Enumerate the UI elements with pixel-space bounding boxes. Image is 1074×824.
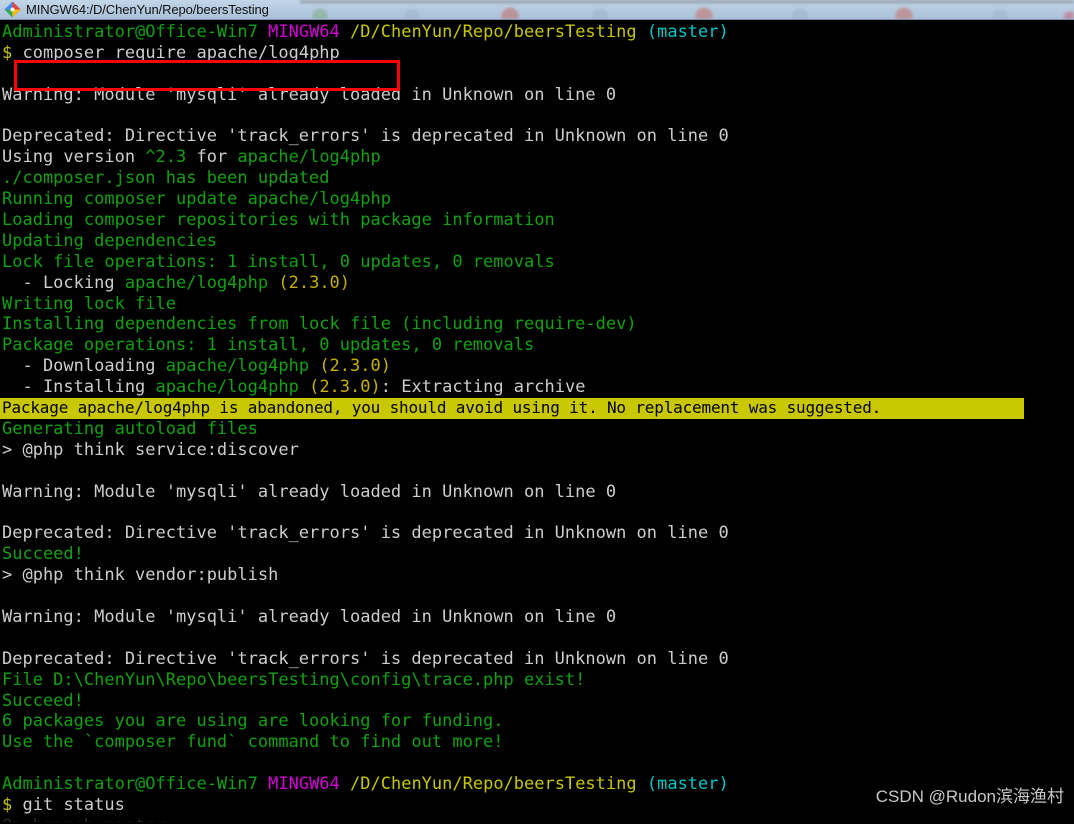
output-line: > @php think vendor:publish — [2, 565, 279, 586]
output-line: - Locking apache/log4php (2.3.0) — [0, 273, 1024, 294]
output-line: > @php think service:discover — [2, 439, 299, 460]
output-line: - Installing apache/log4php (2.3.0): Ext… — [0, 377, 1024, 398]
output-segment: ^2.3 — [145, 147, 187, 168]
output-line: Succeed! — [2, 690, 84, 711]
output-line: Package operations: 1 install, 0 updates… — [2, 335, 535, 356]
window-title-bar: MINGW64:/D/ChenYun/Repo/beersTesting — [0, 0, 1074, 20]
output-segment: - Installing — [2, 377, 156, 398]
prompt-user-host: Administrator@Office-Win7 — [2, 22, 258, 42]
output-line: Warning: Module 'mysqli' already loaded … — [2, 84, 617, 105]
output-line: 6 packages you are using are looking for… — [2, 711, 504, 732]
prompt-path: /D/ChenYun/Repo/beersTesting — [350, 22, 637, 42]
prompt-user-host: Administrator@Office-Win7 — [2, 774, 258, 795]
output-segment — [309, 356, 319, 376]
command-input-line[interactable]: $ git status — [0, 795, 1024, 816]
command-input-line[interactable]: $ composer require apache/log4php — [0, 43, 1024, 64]
output-line: Warning: Module 'mysqli' already loaded … — [2, 606, 617, 627]
abandoned-package-warning: Package apache/log4php is abandoned, you… — [0, 398, 1024, 419]
prompt-git-branch: (master) — [646, 22, 729, 42]
git-bash-icon — [4, 1, 21, 18]
output-segment: for — [186, 147, 238, 168]
prompt-shell-name: MINGW64 — [268, 774, 340, 795]
output-segment — [268, 273, 278, 293]
titlebar-background-blur — [300, 0, 1074, 19]
output-segment: apache/log4php — [124, 272, 269, 293]
output-segment: - Downloading — [2, 356, 166, 377]
output-line: Generating autoload files — [2, 418, 258, 439]
output-line: Updating dependencies — [2, 230, 217, 251]
prompt-symbol: $ — [2, 794, 13, 815]
output-segment — [299, 377, 309, 397]
output-segment: apache/log4php — [155, 377, 299, 398]
output-line: Installing dependencies from lock file (… — [2, 314, 637, 335]
output-line: Succeed! — [2, 544, 84, 565]
output-line: Running composer update apache/log4php — [2, 189, 391, 210]
output-segment: Using version — [2, 147, 146, 168]
output-segment: (2.3.0) — [278, 272, 351, 293]
output-segment: (2.3.0) — [319, 356, 391, 377]
prompt-symbol: $ — [2, 42, 13, 63]
output-line: ./composer.json has been updated — [2, 168, 330, 189]
output-line: Use the `composer fund` command to find … — [2, 732, 504, 753]
output-line: Warning: Module 'mysqli' already loaded … — [2, 481, 617, 502]
output-line: Deprecated: Directive 'track_errors' is … — [2, 648, 729, 669]
output-segment: apache/log4php — [165, 356, 310, 377]
output-line: Writing lock file — [2, 293, 176, 314]
output-line: Deprecated: Directive 'track_errors' is … — [2, 523, 729, 544]
command-text: git status — [22, 794, 125, 815]
csdn-watermark: CSDN @Rudon滨海渔村 — [875, 787, 1064, 806]
output-line: Loading composer repositories with packa… — [2, 210, 555, 231]
terminal-output-screen[interactable]: Administrator@Office-Win7 MINGW64 /D/Che… — [0, 20, 1024, 822]
shell-prompt-line: Administrator@Office-Win7 MINGW64 /D/Che… — [0, 774, 1024, 795]
output-segment: (2.3.0) — [309, 377, 381, 398]
output-segment: - Locking — [2, 272, 125, 293]
prompt-git-branch: (master) — [646, 774, 729, 795]
output-line: Lock file operations: 1 install, 0 updat… — [2, 251, 555, 272]
output-line: File D:\ChenYun\Repo\beersTesting\config… — [2, 669, 586, 690]
clipped-output-line: On branch master — [0, 816, 1024, 822]
output-line: Using version ^2.3 for apache/log4php — [0, 147, 1024, 168]
window-title-text: MINGW64:/D/ChenYun/Repo/beersTesting — [26, 2, 269, 17]
output-segment: : Extracting archive — [380, 377, 586, 398]
prompt-path: /D/ChenYun/Repo/beersTesting — [350, 774, 637, 795]
prompt-shell-name: MINGW64 — [268, 22, 340, 42]
output-segment: apache/log4php — [237, 147, 381, 168]
output-line: Deprecated: Directive 'track_errors' is … — [2, 126, 729, 147]
terminal-window[interactable]: Administrator@Office-Win7 MINGW64 /D/Che… — [0, 20, 1074, 823]
shell-prompt-line: Administrator@Office-Win7 MINGW64 /D/Che… — [0, 22, 1024, 43]
output-line: - Downloading apache/log4php (2.3.0) — [0, 356, 1024, 377]
command-text: composer require apache/log4php — [22, 42, 340, 63]
